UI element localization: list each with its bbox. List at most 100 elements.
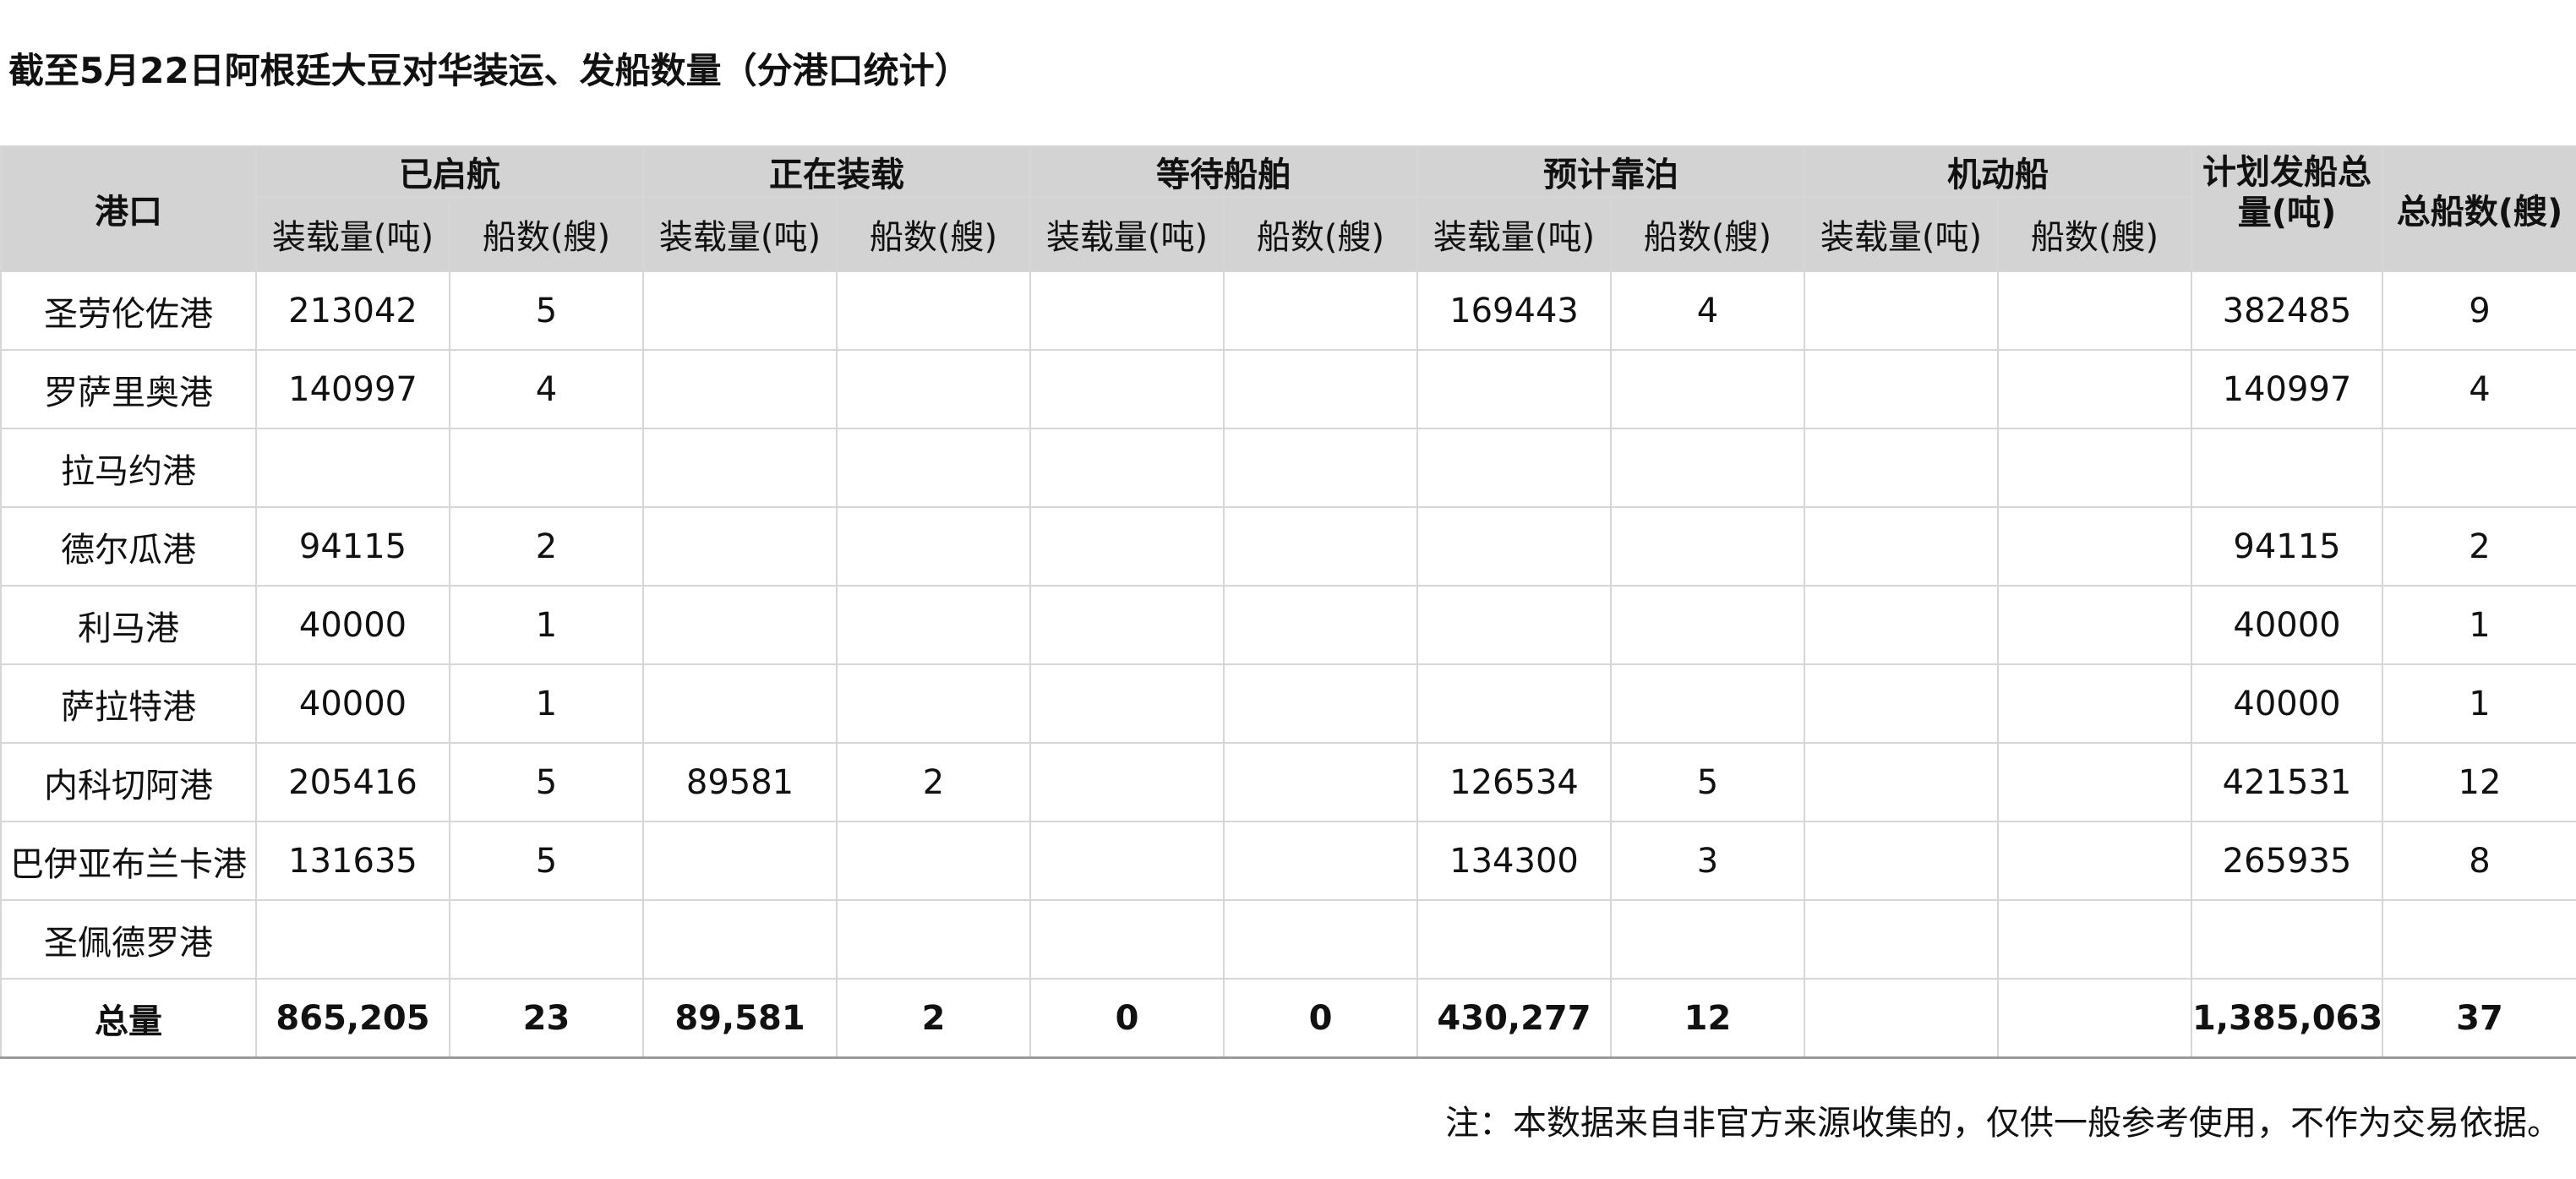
cell-awaiting-ships [1223, 585, 1418, 665]
cell-loading-ships [836, 349, 1031, 429]
cell-planned-total: 421531 [2191, 742, 2383, 822]
cell-departed-ships: 1 [449, 585, 644, 665]
port-name: 萨拉特港 [0, 663, 257, 744]
port-name: 利马港 [0, 585, 257, 665]
cell-expected-tons: 134300 [1416, 821, 1612, 901]
subheader-ships: 船数(艘) [449, 196, 644, 272]
cell-flexible-tons [1804, 585, 1999, 665]
table-row: 利马港 40000 1 40000 1 [0, 585, 2576, 665]
cell-departed-tons: 40000 [255, 585, 450, 665]
port-name: 内科切阿港 [0, 742, 257, 822]
cell-flexible-ships [1997, 349, 2192, 429]
disclaimer-note: 注：本数据来自非官方来源收集的，仅供一般参考使用，不作为交易依据。 [1445, 1104, 2561, 1143]
cell-total-ships: 9 [2382, 270, 2576, 351]
cell-flexible-ships [1997, 506, 2192, 587]
header-planned-text: 计划发船总量(吨) [2202, 153, 2371, 232]
cell-expected-ships: 4 [1610, 270, 1805, 351]
cell-loading-ships: 2 [836, 742, 1031, 822]
table-row: 拉马约港 [0, 428, 2576, 508]
header-total-ships: 总船数(艘) [2382, 145, 2576, 272]
cell-departed-tons [255, 428, 450, 508]
total-row: 总量 865,205 23 89,581 2 0 0 430,277 12 1,385,063 37 [0, 978, 2576, 1059]
cell-awaiting-tons [1029, 428, 1225, 508]
cell-loading-tons [642, 428, 838, 508]
cell-total-ships [2382, 899, 2576, 980]
cell-departed-tons: 40000 [255, 663, 450, 744]
cell-flexible-tons [1804, 428, 1999, 508]
header-group-loading: 正在装载 [642, 145, 1031, 198]
cell-departed-tons: 131635 [255, 821, 450, 901]
cell-flexible-tons [1804, 349, 1999, 429]
cell-departed-tons: 205416 [255, 742, 450, 822]
cell-departed-tons [255, 899, 450, 980]
cell-expected-tons [1416, 899, 1612, 980]
cell-flexible-ships [1997, 270, 2192, 351]
table-row: 圣劳伦佐港 213042 5 169443 4 382485 9 [0, 270, 2576, 351]
cell-departed-ships: 1 [449, 663, 644, 744]
header-group-flexible: 机动船 [1804, 145, 2192, 198]
cell-loading-tons [642, 506, 838, 587]
cell-planned-total: 40000 [2191, 663, 2383, 744]
cell-loading-tons [642, 899, 838, 980]
cell-planned-total: 1,385,063 [2191, 978, 2383, 1059]
cell-flexible-ships [1997, 821, 2192, 901]
cell-awaiting-ships [1223, 428, 1418, 508]
cell-flexible-ships [1997, 428, 2192, 508]
header-group-departed: 已启航 [255, 145, 644, 198]
cell-awaiting-ships [1223, 899, 1418, 980]
table-row: 巴伊亚布兰卡港 131635 5 134300 3 265935 8 [0, 821, 2576, 901]
subheader-tons: 装载量(吨) [642, 196, 838, 272]
port-name: 德尔瓜港 [0, 506, 257, 587]
cell-expected-tons [1416, 349, 1612, 429]
cell-awaiting-ships [1223, 821, 1418, 901]
cell-planned-total: 265935 [2191, 821, 2383, 901]
cell-loading-ships [836, 899, 1031, 980]
table-row: 萨拉特港 40000 1 40000 1 [0, 663, 2576, 744]
cell-loading-tons [642, 663, 838, 744]
cell-total-ships: 8 [2382, 821, 2576, 901]
table-row: 德尔瓜港 94115 2 94115 2 [0, 506, 2576, 587]
page-title: 截至5月22日阿根廷大豆对华装运、发船数量（分港口统计） [8, 50, 970, 91]
cell-loading-ships [836, 663, 1031, 744]
cell-awaiting-tons [1029, 899, 1225, 980]
cell-expected-ships: 5 [1610, 742, 1805, 822]
header-planned-total: 计划发船总量(吨) [2191, 145, 2383, 272]
subheader-ships: 船数(艘) [1223, 196, 1418, 272]
cell-expected-ships [1610, 585, 1805, 665]
header-group-awaiting: 等待船舶 [1029, 145, 1418, 198]
cell-awaiting-ships [1223, 506, 1418, 587]
cell-departed-ships: 5 [449, 821, 644, 901]
cell-loading-ships [836, 506, 1031, 587]
port-name: 罗萨里奥港 [0, 349, 257, 429]
header-group-expected: 预计靠泊 [1416, 145, 1805, 198]
table-row: 内科切阿港 205416 5 89581 2 126534 5 421531 12 [0, 742, 2576, 822]
cell-awaiting-tons [1029, 742, 1225, 822]
cell-flexible-tons [1804, 978, 1999, 1059]
cell-planned-total: 94115 [2191, 506, 2383, 587]
cell-expected-ships [1610, 506, 1805, 587]
cell-awaiting-ships [1223, 349, 1418, 429]
cell-departed-ships: 4 [449, 349, 644, 429]
cell-expected-ships: 12 [1610, 978, 1805, 1059]
cell-expected-ships: 3 [1610, 821, 1805, 901]
cell-expected-tons: 126534 [1416, 742, 1612, 822]
cell-expected-tons: 430,277 [1416, 978, 1612, 1059]
cell-loading-tons [642, 349, 838, 429]
cell-planned-total [2191, 428, 2383, 508]
cell-expected-ships [1610, 428, 1805, 508]
cell-flexible-tons [1804, 506, 1999, 587]
subheader-ships: 船数(艘) [1610, 196, 1805, 272]
cell-expected-tons [1416, 585, 1612, 665]
cell-loading-tons: 89,581 [642, 978, 838, 1059]
cell-awaiting-ships [1223, 742, 1418, 822]
cell-departed-ships [449, 899, 644, 980]
cell-total-ships: 4 [2382, 349, 2576, 429]
cell-departed-ships: 23 [449, 978, 644, 1059]
subheader-ships: 船数(艘) [836, 196, 1031, 272]
cell-loading-tons [642, 585, 838, 665]
cell-loading-tons [642, 270, 838, 351]
cell-expected-tons [1416, 663, 1612, 744]
cell-total-ships: 12 [2382, 742, 2576, 822]
cell-loading-ships [836, 585, 1031, 665]
table-header: 港口 已启航 正在装载 等待船舶 预计靠泊 机动船 计划发船总量(吨) 总船数(… [0, 145, 2576, 272]
